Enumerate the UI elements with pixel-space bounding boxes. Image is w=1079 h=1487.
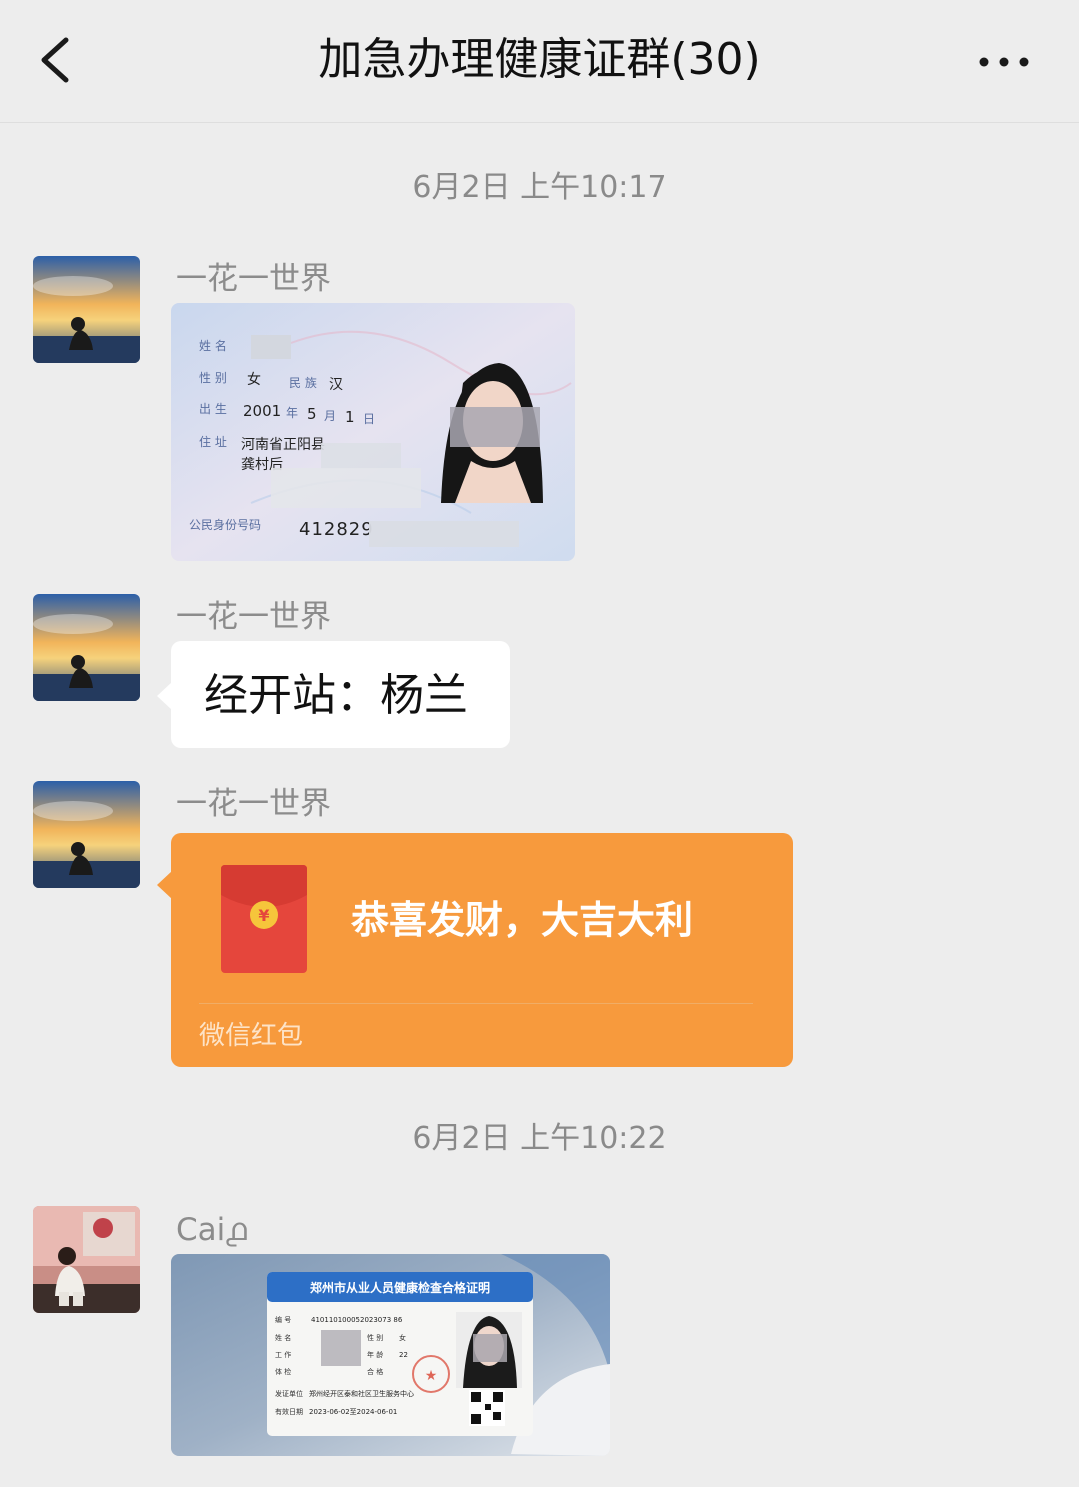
svg-text:女: 女	[399, 1333, 406, 1342]
svg-text:住 址: 住 址	[199, 435, 227, 449]
svg-text:发证单位: 发证单位	[275, 1389, 303, 1398]
svg-text:民 族: 民 族	[289, 376, 317, 390]
svg-text:出 生: 出 生	[199, 402, 227, 416]
chat-title: 加急办理健康证群(30)	[318, 34, 761, 85]
red-packet-label: 微信红包	[199, 1021, 304, 1051]
svg-text:姓 名: 姓 名	[199, 338, 227, 353]
svg-text:5: 5	[307, 405, 317, 423]
timestamp: 6月2日 上午10:22	[412, 1121, 667, 1156]
svg-text:年 龄: 年 龄	[367, 1350, 383, 1359]
more-dots-icon	[979, 57, 1029, 67]
svg-text:体 检: 体 检	[275, 1367, 291, 1376]
sender-name: Cai൧	[176, 1212, 247, 1248]
red-packet-message[interactable]: ¥ 恭喜发财，大吉大利 微信红包	[157, 833, 793, 1067]
divider	[199, 1003, 753, 1004]
timestamp: 6月2日 上午10:17	[412, 170, 667, 205]
svg-text:★: ★	[425, 1368, 438, 1384]
avatar[interactable]	[33, 594, 140, 701]
svg-text:郑州经开区泰和社区卫生服务中心: 郑州经开区泰和社区卫生服务中心	[309, 1389, 414, 1398]
svg-text:工 作: 工 作	[275, 1350, 291, 1359]
top-bar: 加急办理健康证群(30)	[0, 0, 1079, 123]
text-message-bubble[interactable]: 经开站：杨兰	[157, 641, 510, 748]
avatar[interactable]	[33, 781, 140, 888]
avatar[interactable]	[33, 256, 140, 363]
avatar[interactable]	[33, 1206, 140, 1313]
svg-text:合 格: 合 格	[367, 1367, 383, 1376]
svg-text:姓 名: 姓 名	[275, 1333, 291, 1342]
svg-text:410110100052023073 86: 410110100052023073 86	[311, 1316, 403, 1324]
svg-text:性 别: 性 别	[199, 371, 227, 385]
svg-text:汉: 汉	[329, 377, 343, 393]
red-envelope-icon: ¥	[221, 865, 307, 973]
svg-text:412829: 412829	[299, 519, 374, 540]
svg-text:郑州市从业人员健康检查合格证明: 郑州市从业人员健康检查合格证明	[310, 1280, 490, 1295]
more-button[interactable]	[972, 44, 1036, 80]
svg-text:22: 22	[399, 1351, 408, 1359]
svg-text:河南省正阳县: 河南省正阳县	[241, 437, 325, 453]
svg-text:月: 月	[324, 409, 336, 423]
svg-text:¥: ¥	[258, 906, 269, 925]
svg-text:有效日期: 有效日期	[275, 1407, 303, 1416]
sender-name: 一花一世界	[176, 261, 331, 297]
svg-text:1: 1	[345, 408, 355, 426]
svg-text:女: 女	[247, 371, 261, 388]
svg-text:性 别: 性 别	[367, 1333, 383, 1342]
sender-name: 一花一世界	[176, 786, 331, 822]
id-card-image[interactable]: 姓 名 性 别 女 民 族 汉 出 生 2001 年 5 月 1 日 住 址 河…	[171, 303, 575, 561]
svg-text:年: 年	[286, 406, 298, 420]
svg-text:日: 日	[363, 412, 375, 426]
red-packet-greeting: 恭喜发财，大吉大利	[351, 898, 694, 942]
svg-text:编 号: 编 号	[275, 1315, 291, 1324]
svg-text:2001: 2001	[243, 402, 281, 420]
svg-text:2023-06-02至2024-06-01: 2023-06-02至2024-06-01	[309, 1408, 397, 1416]
message-text: 经开站：杨兰	[204, 670, 468, 721]
svg-text:公民身份号码: 公民身份号码	[189, 517, 261, 532]
health-certificate-image[interactable]: 郑州市从业人员健康检查合格证明 编 号 410110100052023073 8…	[171, 1254, 610, 1456]
sender-name: 一花一世界	[176, 599, 331, 635]
